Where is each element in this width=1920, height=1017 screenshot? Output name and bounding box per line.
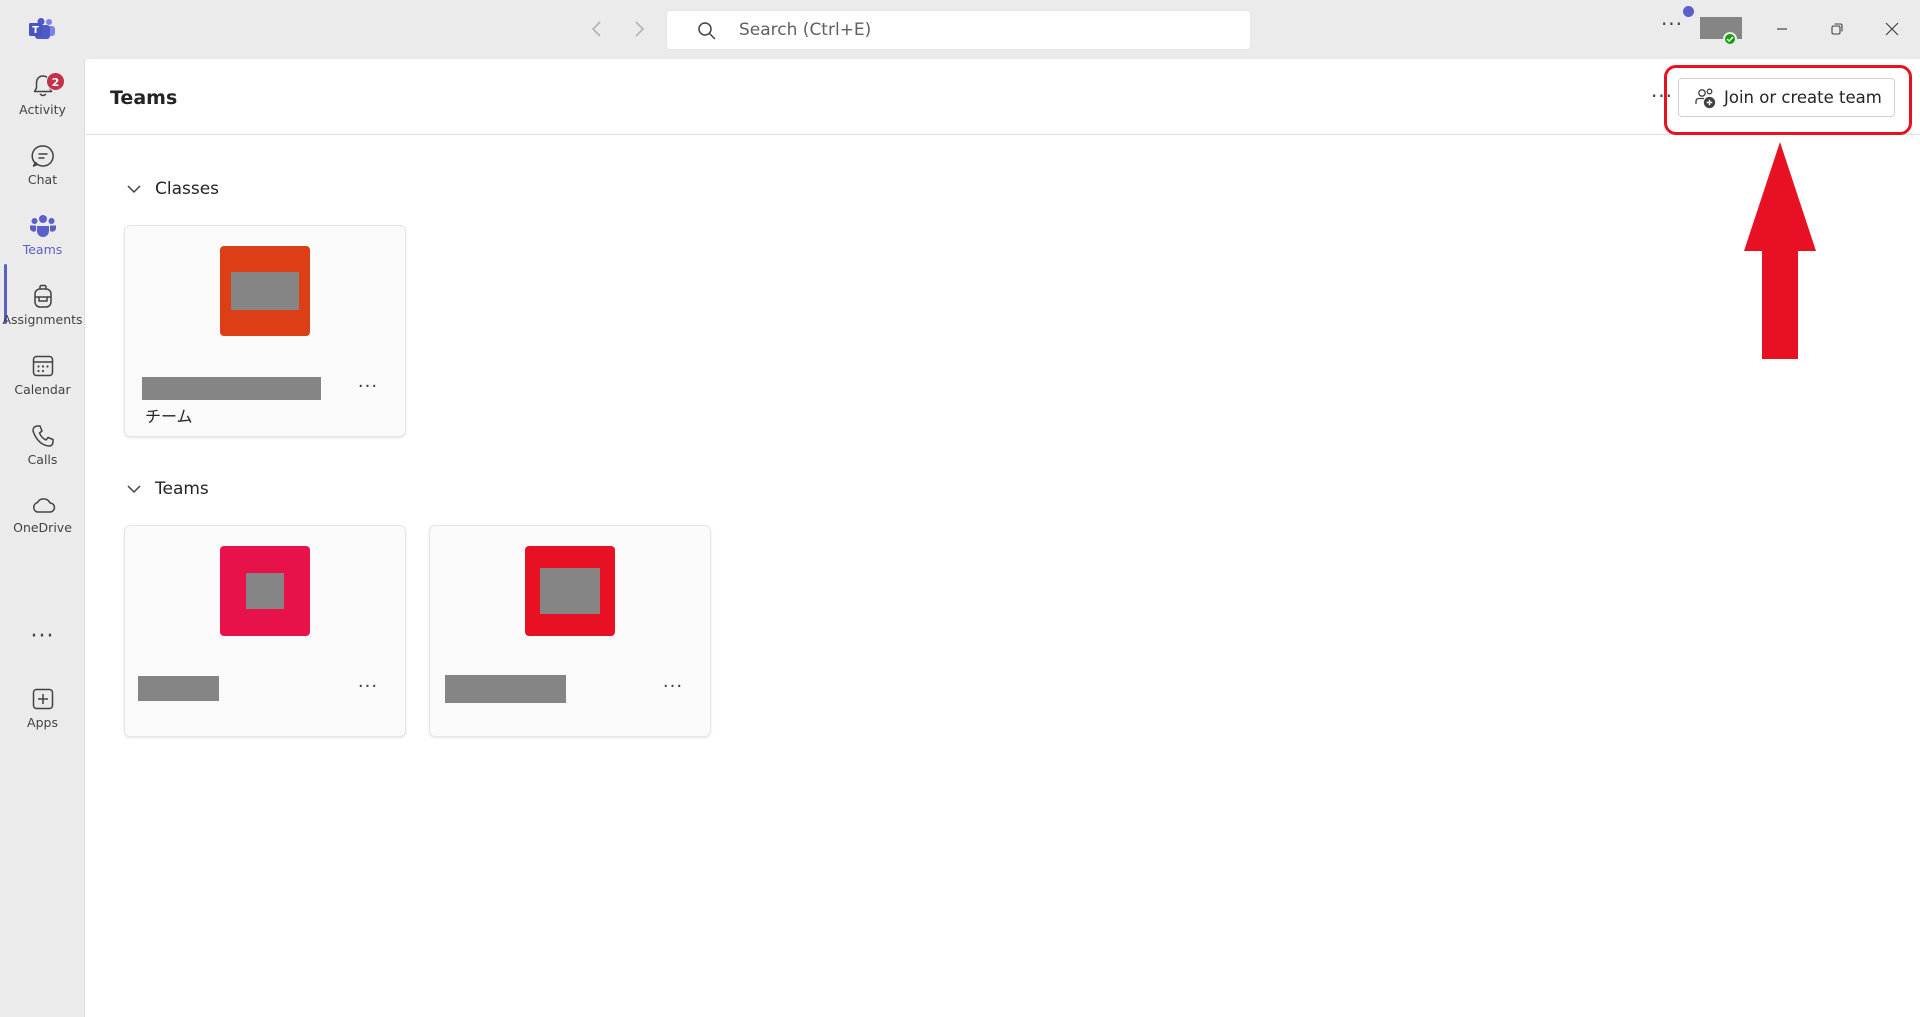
page-title: Teams <box>110 87 178 109</box>
minimize-button[interactable] <box>1760 12 1804 46</box>
rail-item-calendar[interactable]: Calendar <box>0 345 85 407</box>
notification-badge: 2 <box>46 72 65 91</box>
search-box[interactable] <box>666 10 1251 50</box>
team-card-subtitle: チーム <box>145 407 193 426</box>
forward-arrow-icon[interactable] <box>628 18 650 40</box>
calendar-icon <box>32 355 53 377</box>
more-options-icon[interactable]: ··· <box>1660 14 1684 38</box>
teams-logo-icon: T <box>29 18 55 39</box>
close-icon <box>1885 22 1899 36</box>
card-more-options-icon[interactable]: ··· <box>353 676 383 700</box>
title-bar: T ··· <box>0 0 1920 59</box>
phone-icon <box>31 425 54 447</box>
add-app-icon <box>32 688 53 710</box>
card-more-options-icon[interactable]: ··· <box>658 676 688 700</box>
search-icon <box>698 22 716 40</box>
rail-item-onedrive[interactable]: OneDrive <box>0 485 85 547</box>
rail-item-activity[interactable]: 2 Activity <box>0 65 85 127</box>
card-more-options-icon[interactable]: ··· <box>353 376 383 400</box>
main-header: Teams ··· Join or create team <box>85 59 1920 135</box>
team-avatar <box>220 246 310 336</box>
main-pane: Teams ··· Join or create team Classes ··… <box>85 59 1920 1017</box>
join-or-create-team-button[interactable]: Join or create team <box>1678 78 1895 117</box>
app-rail: 2 Activity Chat Teams Assignments Calend… <box>0 59 85 1017</box>
redacted-image <box>246 573 284 609</box>
backpack-icon <box>33 284 52 308</box>
section-header-teams[interactable]: Teams <box>125 479 209 499</box>
restore-icon <box>1831 23 1843 35</box>
team-card[interactable]: ··· <box>124 525 406 737</box>
chevron-down-icon <box>127 485 141 494</box>
rail-label: Chat <box>27 172 58 187</box>
svg-text:T: T <box>32 25 39 36</box>
redacted-team-name <box>138 676 219 701</box>
minimize-icon <box>1777 28 1787 30</box>
more-options-icon[interactable]: ··· <box>1647 84 1677 108</box>
rail-item-chat[interactable]: Chat <box>0 135 85 197</box>
rail-label: Apps <box>27 715 58 730</box>
redacted-image <box>231 272 299 310</box>
redacted-team-name <box>142 377 321 400</box>
redacted-team-name <box>445 675 566 703</box>
section-label: Teams <box>155 479 209 499</box>
redacted-image <box>540 568 600 614</box>
rail-label: Activity <box>19 102 66 117</box>
rail-label: Calls <box>27 452 58 467</box>
rail-label: Assignments <box>2 312 83 327</box>
notification-dot <box>1683 6 1694 17</box>
team-card[interactable]: ··· チーム <box>124 225 406 437</box>
restore-button[interactable] <box>1815 12 1859 46</box>
section-label: Classes <box>155 179 220 199</box>
status-available-icon <box>1723 32 1737 46</box>
team-avatar <box>220 546 310 636</box>
rail-item-assignments[interactable]: Assignments <box>0 275 85 337</box>
close-button[interactable] <box>1870 12 1914 46</box>
chat-icon <box>30 145 54 167</box>
add-people-icon <box>1695 88 1716 108</box>
arrow-shape <box>1744 142 1816 359</box>
back-arrow-icon[interactable] <box>586 18 608 40</box>
rail-label: Calendar <box>14 382 71 397</box>
rail-label: OneDrive <box>13 520 72 535</box>
more-apps-icon[interactable]: ··· <box>0 624 85 664</box>
chevron-down-icon <box>127 185 141 194</box>
team-card[interactable]: ··· <box>429 525 711 737</box>
section-header-classes[interactable]: Classes <box>125 179 219 199</box>
team-avatar <box>525 546 615 636</box>
teams-icon <box>29 215 56 237</box>
rail-item-calls[interactable]: Calls <box>0 415 85 477</box>
rail-label: Teams <box>22 242 63 257</box>
search-input[interactable] <box>739 11 1219 49</box>
cloud-icon <box>32 498 55 513</box>
rail-item-teams[interactable]: Teams <box>0 205 85 267</box>
rail-item-apps[interactable]: Apps <box>0 678 85 740</box>
join-button-label: Join or create team <box>1724 88 1882 107</box>
red-arrow-annotation <box>1744 142 1816 359</box>
